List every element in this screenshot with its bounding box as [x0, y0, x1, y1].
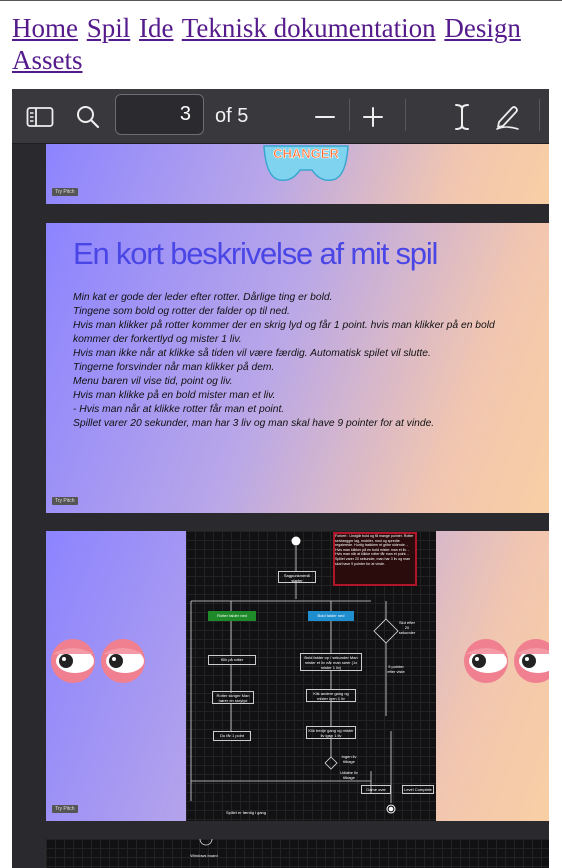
slide-page-5: Windows board [46, 839, 549, 868]
flow-node-rotter: Rotter falder ned [208, 611, 256, 621]
description-line: Tingerne forsvinder når man klikker på d… [73, 362, 275, 373]
nav-link-home[interactable]: Home [12, 13, 78, 43]
slide-page-3: En kort beskrivelse af mit spil Min kat … [46, 223, 549, 513]
page-number-input[interactable]: 3 [115, 94, 204, 135]
game-controller-logo: CHANGER [263, 145, 349, 182]
zoom-out-icon[interactable] [310, 102, 340, 132]
description-line: - Hvis man når at klikke rotter får man … [73, 404, 285, 415]
description-line: Hvis man klikke på en bold mister man et… [73, 390, 276, 401]
flow-node-start: Sagpunkmenill starter [278, 571, 316, 583]
description-line: Min kat er gode der leder efter rotter. … [73, 292, 333, 303]
flow-node-ingen-liv: Ingen liv tilbage [341, 754, 357, 764]
flow-start-circle [199, 839, 213, 846]
flow-info-box: Forkert : Undgår bold og få mange pointe… [335, 534, 414, 566]
search-icon[interactable] [73, 102, 103, 132]
nav-link-design[interactable]: Design [444, 13, 521, 43]
flow-node-bold: Bold falder ned [308, 611, 354, 621]
flow-node-udlob: Udløbe liv tilbage [340, 770, 358, 780]
nav-link-ide[interactable]: Ide [139, 13, 173, 43]
toolbar-separator [539, 99, 540, 131]
draw-icon[interactable] [493, 102, 523, 132]
page-total-label: of 5 [215, 105, 249, 127]
pdf-viewer: 3 of 5 CHANGER Try Pitch En kort beskriv… [12, 89, 549, 868]
flow-node-rotter-skriger: Rotter skriger Man hører en skrylyd [212, 691, 254, 704]
flow-node-tredje-gang: Klik tredje gang og mister liv igen 1 li… [306, 726, 356, 739]
flow-node-windows-board: Windows board [190, 853, 218, 858]
flow-node-du-far-point: Du får 1 point [213, 731, 251, 741]
slide-description: Min kat er gode der leder efter rotter. … [73, 291, 543, 431]
flow-node-klik-rotter: Klik på rotter [208, 655, 256, 665]
flow-node-anden-gang: Klik andere gang og mister igen 1 liv [306, 689, 356, 702]
toolbar-separator [405, 99, 406, 131]
flow-node-klik-bold: Bold falder op / sekunder Man mister et … [300, 653, 362, 671]
zoom-in-icon[interactable] [358, 102, 388, 132]
pdf-pages[interactable]: CHANGER Try Pitch En kort beskrivelse af… [12, 144, 549, 868]
pdf-toolbar: 3 of 5 [12, 89, 549, 144]
try-pitch-badge[interactable]: Try Pitch [52, 805, 78, 813]
logo-text: CHANGER [273, 146, 339, 161]
description-line: kommer der forkertlyd og mister 1 liv. [73, 334, 242, 345]
flow-node-game-over: Game over [361, 785, 391, 794]
description-line: Hvis man klikker på rotter kommer der en… [73, 320, 495, 331]
description-line: Tingene som bold og rotter der falder op… [73, 306, 290, 317]
top-border [0, 0, 562, 1]
slide-page-2: CHANGER Try Pitch [46, 144, 549, 204]
nav-link-assets[interactable]: Assets [12, 45, 83, 75]
description-line: Menu baren vil vise tid, point og liv. [73, 376, 233, 387]
cartoon-eyes-right [464, 639, 549, 683]
nav-link-spil[interactable]: Spil [87, 13, 131, 43]
flowchart-diagram: Sagpunkmenill starter Rotter falder ned … [186, 531, 436, 821]
sidebar-toggle-icon[interactable] [25, 102, 55, 132]
flow-node-timer: Slut efter 20 sekunder [398, 620, 416, 635]
try-pitch-badge[interactable]: Try Pitch [52, 188, 78, 196]
slide-page-4: Sagpunkmenill starter Rotter falder ned … [46, 531, 549, 821]
slide-title: En kort beskrivelse af mit spil [73, 236, 438, 271]
nav-link-teknisk-dokumentation[interactable]: Teknisk dokumentation [182, 13, 436, 43]
description-line: Hvis man ikke når at klikke så tiden vil… [73, 348, 431, 359]
cartoon-eyes-left [51, 639, 145, 683]
flow-node-level-complete: Level Complete [402, 785, 434, 794]
description-line: Spillet varer 20 sekunder, man har 3 liv… [73, 418, 435, 429]
flow-node-slut: Spillet er færdig i gang [225, 810, 267, 815]
flow-node-pointer: 9 pointer efter viste [387, 664, 405, 674]
toolbar-separator [349, 99, 350, 131]
site-nav: Home Spil Ide Teknisk dokumentation Desi… [12, 12, 552, 76]
text-select-icon[interactable] [447, 102, 477, 132]
try-pitch-badge[interactable]: Try Pitch [52, 497, 78, 505]
